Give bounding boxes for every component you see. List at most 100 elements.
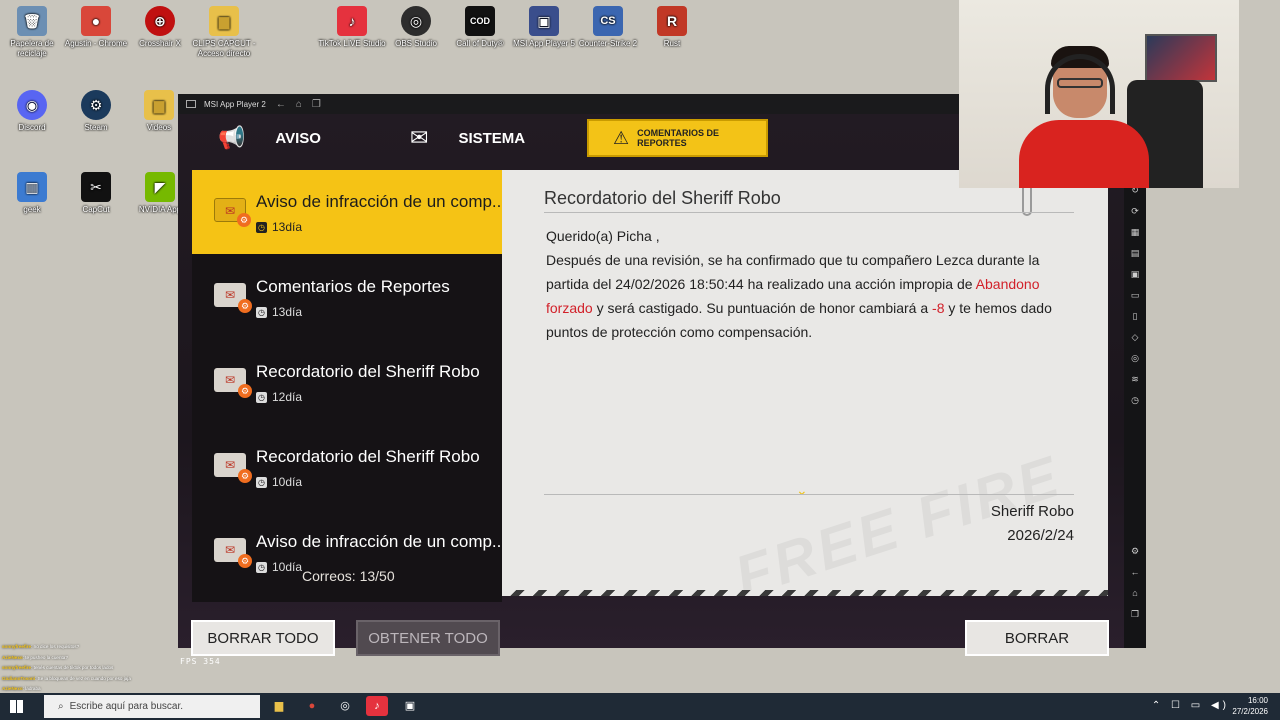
desktop-icon-rust[interactable]: R Rust bbox=[635, 6, 709, 49]
desktop-icon-clips-capcut[interactable]: ▆ CLIPS CAPCUT - Acceso directo bbox=[187, 6, 261, 59]
claim-all-button[interactable]: OBTENER TODO bbox=[356, 620, 500, 656]
chat-message: sonnyfreefire: tenés cuentas de tiktok p… bbox=[2, 665, 114, 670]
msi-player-icon: ▣ bbox=[529, 6, 559, 36]
megaphone-icon: 📢 bbox=[218, 125, 246, 150]
list-item[interactable]: ✉ Recordatorio del Sheriff Robo ◷10día bbox=[192, 425, 502, 509]
mail-envelope-icon: ✉ bbox=[214, 453, 252, 483]
divider bbox=[544, 494, 1074, 495]
list-item[interactable]: ✉ Comentarios de Reportes ◷13día bbox=[192, 255, 502, 339]
taskbar-date: 27/2/2026 bbox=[1232, 707, 1268, 716]
mail-title: Recordatorio del Sheriff Robo bbox=[256, 362, 480, 381]
recycle-bin-icon: 🗑 bbox=[17, 6, 47, 36]
keyboard-icon[interactable]: ▦ bbox=[1129, 226, 1141, 238]
mail-greeting: Querido(a) Picha , bbox=[546, 228, 660, 244]
tiktok-icon[interactable]: ♪ bbox=[366, 696, 388, 716]
clock-icon: ◷ bbox=[256, 306, 267, 318]
screenshot-icon[interactable]: ▣ bbox=[1129, 268, 1141, 280]
layers-icon[interactable]: ≋ bbox=[1129, 373, 1141, 385]
mail-subject: Recordatorio del Sheriff Robo bbox=[544, 188, 781, 208]
chrome-icon[interactable]: ● bbox=[301, 696, 323, 716]
desktop-icon-msi-player[interactable]: ▣ MSI App Player 5 bbox=[507, 6, 581, 49]
location-icon[interactable]: ◎ bbox=[1129, 352, 1141, 364]
taskbar-time: 16:00 bbox=[1247, 696, 1268, 705]
windows-start-icon[interactable] bbox=[10, 700, 23, 713]
envelope-icon: ✉ bbox=[410, 125, 429, 150]
mail-signature: Sheriff Robo 2026/2/24 bbox=[991, 500, 1074, 548]
mail-sender: Sheriff Robo bbox=[990, 503, 1074, 520]
settings-icon[interactable]: ⚙ bbox=[1129, 545, 1141, 557]
desktop-icon-tiktok-live[interactable]: ♪ TikTok LIVE Studio bbox=[315, 6, 389, 49]
delete-all-button[interactable]: BORRAR TODO bbox=[191, 620, 335, 656]
folder-icon[interactable]: ▭ bbox=[1129, 289, 1141, 301]
obs-icon[interactable]: ◎ bbox=[334, 696, 356, 716]
taskbar-search-input[interactable]: ⌕ Escribe aquí para buscar. bbox=[44, 695, 260, 718]
nvidia-icon: ◤ bbox=[145, 172, 175, 202]
tab-comentarios-de-reportes[interactable]: ⚠ COMENTARIOS DE REPORTES bbox=[587, 119, 768, 157]
discord-icon: ◉ bbox=[17, 90, 47, 120]
file-explorer-icon[interactable]: ▆ bbox=[268, 696, 290, 716]
mail-age: ◷ 10día bbox=[256, 560, 303, 574]
mail-title: Recordatorio del Sheriff Robo bbox=[256, 447, 480, 466]
warning-icon: ⚠ bbox=[613, 127, 630, 148]
mail-age: ◷ 13día bbox=[256, 220, 303, 234]
mail-envelope-icon: ✉ bbox=[214, 283, 252, 313]
clock-icon: ◷ bbox=[256, 561, 267, 573]
call-of-duty-icon: COD bbox=[465, 6, 495, 36]
mail-count: Correos: 13/50 bbox=[302, 568, 395, 584]
desktop-icon-counter-strike[interactable]: CS Counter-Strike 2 bbox=[571, 6, 645, 49]
back-icon[interactable]: ← bbox=[1129, 566, 1141, 578]
streamer bbox=[1019, 46, 1149, 188]
desktop-icon-obs[interactable]: ◎ OBS Studio bbox=[379, 6, 453, 49]
list-item[interactable]: ✉ Recordatorio del Sheriff Robo ◷12día bbox=[192, 340, 502, 424]
mail-envelope-icon: ✉ bbox=[214, 198, 251, 227]
clock-icon: ◷ bbox=[256, 476, 267, 488]
emulator-title: MSI App Player 2 bbox=[204, 99, 266, 109]
mail-reader: FREE FIRE Recordatorio del Sheriff Robo … bbox=[502, 170, 1108, 610]
chat-message: AzieNexo: te pusheo la cuenta? bbox=[2, 654, 68, 660]
gamepad-icon[interactable]: ▤ bbox=[1129, 247, 1141, 259]
tab-aviso[interactable]: 📢 AVISO bbox=[218, 119, 321, 157]
desktop-icon-crosshair[interactable]: ⊕ Crosshair X bbox=[123, 6, 197, 49]
list-item[interactable]: ✉ Aviso de infracción de un comp... ◷13d… bbox=[192, 170, 502, 254]
rust-icon: R bbox=[657, 6, 687, 36]
home-icon[interactable]: ⌂ bbox=[296, 99, 302, 110]
chat-message: GiulianoTosoni: Se la bloquean de vez en… bbox=[2, 675, 131, 681]
taskbar: ⌕ Escribe aquí para buscar. ▆ ● ◎ ♪ ▣ ⌃ ☐… bbox=[0, 693, 1280, 720]
eraser-icon[interactable]: ◇ bbox=[1129, 331, 1141, 343]
clock-icon: ◷ bbox=[256, 391, 267, 403]
desktop-icon-chrome[interactable]: ● Agustin - Chrome bbox=[59, 6, 133, 49]
mail-body: Querido(a) Picha , Después de una revisi… bbox=[546, 224, 1056, 344]
back-icon[interactable]: ← bbox=[276, 99, 286, 110]
divider bbox=[544, 212, 1074, 213]
msi-player-icon[interactable]: ▣ bbox=[399, 696, 421, 716]
mail-age: ◷ 10día bbox=[256, 475, 303, 489]
tab-sistema[interactable]: ✉ SISTEMA bbox=[410, 119, 525, 157]
hazard-stripe bbox=[502, 590, 1108, 596]
geek-icon: ▥ bbox=[17, 172, 47, 202]
desktop-icon-call-of-duty[interactable]: COD Call of Duty® bbox=[443, 6, 517, 49]
folder-icon: ▆ bbox=[144, 90, 174, 120]
mail-title: Aviso de infracción de un comp... bbox=[256, 192, 502, 211]
scroll-down-chevron-icon[interactable]: ⌄ bbox=[796, 482, 808, 499]
apk-icon[interactable]: ▯ bbox=[1129, 310, 1141, 322]
desktop-icon-capcut[interactable]: ✂ CapCut bbox=[59, 172, 133, 215]
wall-poster bbox=[1145, 34, 1217, 82]
search-icon: ⌕ bbox=[58, 701, 64, 712]
mail-age: ◷ 12día bbox=[256, 390, 303, 404]
sync-icon[interactable]: ⟳ bbox=[1129, 205, 1141, 217]
system-tray[interactable]: ⌃ ☐ ▭ ◀) bbox=[1152, 700, 1230, 711]
game-screen: 📢 AVISO ✉ SISTEMA ⚠ COMENTARIOS DE REPOR… bbox=[178, 114, 1124, 666]
mail-age: ◷ 13día bbox=[256, 305, 303, 319]
multi-window-icon[interactable]: ❐ bbox=[312, 99, 321, 110]
mail-list[interactable]: ✉ Aviso de infracción de un comp... ◷13d… bbox=[192, 170, 502, 602]
crosshair-icon: ⊕ bbox=[145, 6, 175, 36]
clock-icon[interactable]: ◷ bbox=[1129, 394, 1141, 406]
delete-button[interactable]: BORRAR bbox=[965, 620, 1109, 656]
taskbar-clock[interactable]: 16:00 27/2/2026 bbox=[1232, 695, 1268, 717]
folder-icon: ▆ bbox=[209, 6, 239, 36]
chrome-icon: ● bbox=[81, 6, 111, 36]
home-icon[interactable]: ⌂ bbox=[1129, 587, 1141, 599]
obs-icon: ◎ bbox=[401, 6, 431, 36]
tiktok-icon: ♪ bbox=[337, 6, 367, 36]
recent-apps-icon[interactable]: ❐ bbox=[1129, 608, 1141, 620]
